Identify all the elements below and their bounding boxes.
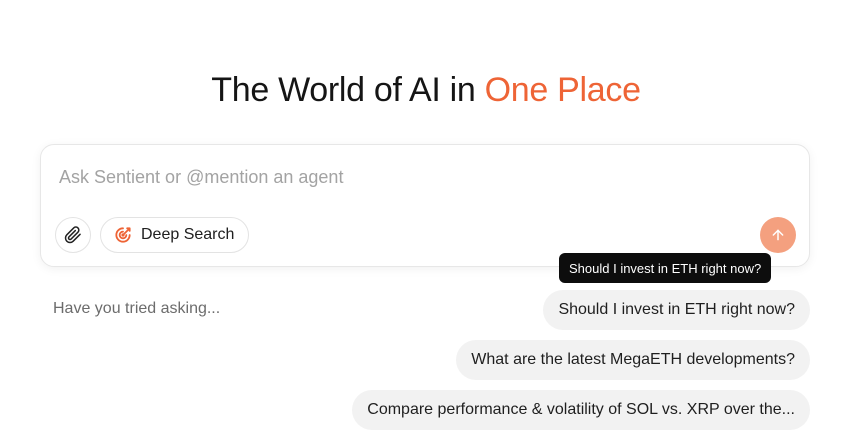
suggestion-chip[interactable]: Should I invest in ETH right now? [543, 290, 810, 330]
suggestion-tooltip: Should I invest in ETH right now? [559, 253, 772, 283]
title-prefix: The World of AI in [211, 71, 485, 109]
arrow-up-icon [770, 227, 786, 243]
send-button[interactable] [760, 217, 796, 253]
page-title: The World of AI in One Place [0, 70, 852, 110]
suggestion-list: Should I invest in ETH right now? What a… [352, 290, 810, 430]
suggestion-chip[interactable]: What are the latest MegaETH developments… [456, 340, 810, 380]
target-search-icon [113, 225, 133, 245]
title-accent: One Place [484, 71, 641, 109]
suggestion-chip[interactable]: Compare performance & volatility of SOL … [352, 390, 810, 430]
prompt-input[interactable] [59, 165, 789, 189]
chat-composer: Deep Search [40, 144, 810, 267]
suggestions-label: Have you tried asking... [53, 300, 221, 317]
attach-button[interactable] [55, 217, 91, 253]
deep-search-button[interactable]: Deep Search [100, 217, 250, 253]
paperclip-icon [64, 226, 82, 244]
deep-search-label: Deep Search [141, 226, 235, 243]
page: The World of AI in One Place Deep Sear [0, 0, 852, 438]
